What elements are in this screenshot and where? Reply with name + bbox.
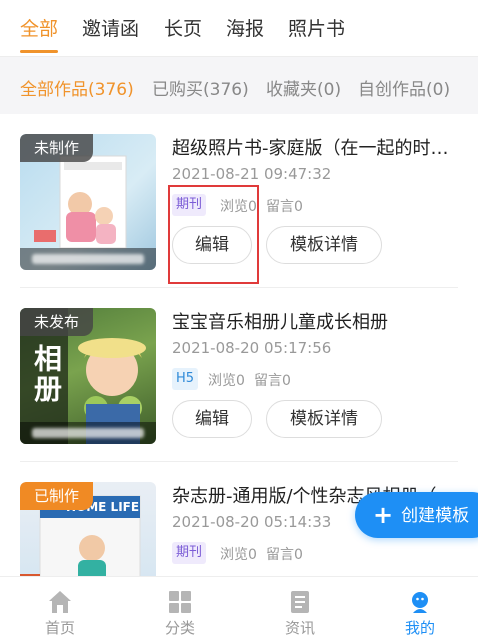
comment-count: 留言0 bbox=[266, 199, 303, 215]
bottom-nav: 首页 分类 资讯 我的 bbox=[0, 576, 478, 638]
work-date: 2021-08-20 05:14:33 bbox=[172, 513, 332, 531]
work-thumbnail[interactable]: 未制作 bbox=[20, 134, 156, 270]
status-badge: 未发布 bbox=[20, 308, 94, 336]
status-badge: 已制作 bbox=[20, 482, 94, 510]
tab-long-page[interactable]: 长页 bbox=[164, 14, 202, 41]
blurred-caption bbox=[32, 254, 144, 264]
create-template-label: 创建模板 bbox=[401, 506, 470, 526]
blurred-caption bbox=[32, 428, 144, 438]
top-tab-bar: 全部 邀请函 长页 海报 照片书 bbox=[0, 0, 478, 56]
work-type-badge: H5 bbox=[172, 368, 199, 390]
active-tab-indicator bbox=[20, 50, 58, 53]
comment-count: 留言0 bbox=[254, 373, 291, 389]
work-title[interactable]: 宝宝音乐相册儿童成长相册 bbox=[172, 308, 462, 334]
nav-home[interactable]: 首页 bbox=[0, 577, 120, 638]
nav-home-label: 首页 bbox=[44, 619, 75, 637]
filter-self-created[interactable]: 自创作品(0) bbox=[358, 75, 450, 100]
template-detail-button[interactable]: 模板详情 bbox=[266, 226, 382, 264]
edit-button[interactable]: 编辑 bbox=[172, 400, 252, 438]
nav-news-label: 资讯 bbox=[284, 619, 315, 637]
user-icon bbox=[412, 592, 428, 613]
thumbnail-caption-bar bbox=[20, 422, 156, 444]
nav-news[interactable]: 资讯 bbox=[240, 577, 360, 638]
tab-poster[interactable]: 海报 bbox=[226, 14, 264, 41]
tab-invitation[interactable]: 邀请函 bbox=[82, 14, 139, 41]
filter-all-works[interactable]: 全部作品(376) bbox=[20, 75, 134, 100]
work-type-badge: 期刊 bbox=[172, 542, 207, 564]
filter-purchased[interactable]: 已购买(376) bbox=[152, 75, 249, 100]
nav-mine[interactable]: 我的 bbox=[360, 577, 478, 638]
work-thumbnail[interactable]: 相册 未发布 bbox=[20, 308, 156, 444]
nav-mine-label: 我的 bbox=[404, 619, 435, 637]
view-count: 浏览0 bbox=[220, 547, 257, 563]
nav-category-label: 分类 bbox=[164, 619, 195, 637]
news-icon bbox=[291, 591, 309, 613]
view-count: 浏览0 bbox=[208, 373, 245, 389]
nav-category[interactable]: 分类 bbox=[120, 577, 240, 638]
work-date: 2021-08-21 09:47:32 bbox=[172, 165, 332, 183]
work-thumbnail[interactable]: HOME LIFE 已制作 bbox=[20, 482, 156, 576]
grid-icon bbox=[169, 591, 191, 613]
filter-favorites[interactable]: 收藏夹(0) bbox=[266, 75, 341, 100]
highlight-annotation-box bbox=[168, 185, 259, 284]
comment-count: 留言0 bbox=[266, 547, 303, 563]
tab-all[interactable]: 全部 bbox=[20, 14, 58, 41]
filter-bar: 全部作品(376) 已购买(376) 收藏夹(0) 自创作品(0) bbox=[0, 56, 478, 114]
plus-icon: + bbox=[373, 501, 394, 529]
home-icon bbox=[49, 591, 71, 613]
work-title[interactable]: 超级照片书-家庭版（在一起的时… bbox=[172, 134, 462, 160]
thumbnail-caption-bar bbox=[20, 248, 156, 270]
create-template-button[interactable]: + 创建模板 bbox=[355, 492, 478, 538]
status-badge: 未制作 bbox=[20, 134, 94, 162]
cover-title-text: 相册 bbox=[30, 344, 63, 404]
tab-photo-book[interactable]: 照片书 bbox=[288, 14, 345, 41]
work-card[interactable]: 相册 未发布 宝宝音乐相册儿童成长相册 2021-08-20 05:17:56 … bbox=[0, 288, 478, 462]
template-detail-button[interactable]: 模板详情 bbox=[266, 400, 382, 438]
work-date: 2021-08-20 05:17:56 bbox=[172, 339, 332, 357]
